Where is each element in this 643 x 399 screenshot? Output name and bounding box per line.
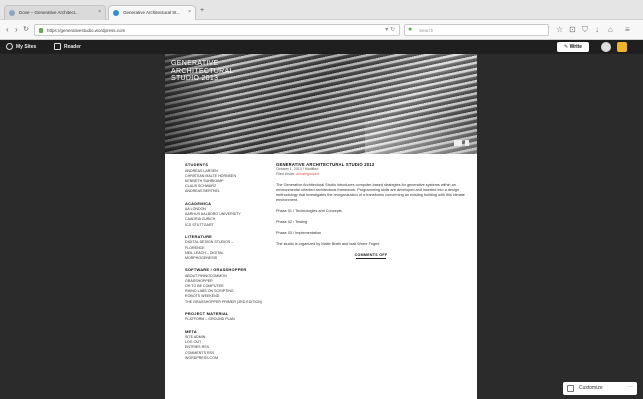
sidebar-link[interactable]: ICD Stuttgart (185, 223, 273, 228)
widget-software: SOFTWARE / GRASSHOPPER About Rhinocommon… (185, 267, 273, 305)
header-highlight (365, 114, 477, 154)
widget-heading: SOFTWARE / GRASSHOPPER (185, 267, 247, 273)
site-title[interactable]: GENERATIVE ARCHITECTURAL STUDIO 2013 (171, 60, 241, 83)
lock-icon (39, 28, 43, 33)
clipboard-icon[interactable]: ⊡ (569, 25, 576, 34)
customize-button[interactable]: Customize ··· (563, 382, 637, 395)
comments-divider (356, 258, 386, 259)
search-placeholder: Search (419, 28, 434, 33)
wordpress-admin-bar: My Sites Reader ✎ Write (0, 40, 643, 54)
widget-heading: PROJECT MATERIAL (185, 310, 229, 316)
home-icon[interactable]: ⌂ (608, 25, 613, 34)
site-title-line: STUDIO 2013 (171, 75, 219, 82)
address-bar[interactable]: https://generativestudio.wordpress.com ▾… (34, 24, 400, 36)
browser-tab-strip: Dove – Generative Architect... × Generat… (0, 0, 643, 20)
write-label: Write (569, 44, 582, 50)
forward-icon[interactable]: › (15, 25, 18, 35)
download-icon[interactable]: ↓ (595, 25, 599, 34)
share-icon[interactable] (465, 140, 469, 146)
post-filed-label: Filed Under (276, 172, 295, 176)
post-paragraph: The Generative Architectural Studio intr… (276, 183, 465, 202)
favicon-icon (113, 10, 119, 16)
new-tab-icon[interactable]: + (200, 7, 204, 14)
close-icon[interactable]: × (98, 9, 101, 15)
reader-icon (54, 43, 61, 50)
write-button[interactable]: ✎ Write (557, 42, 589, 52)
reader-button[interactable]: Reader (54, 43, 81, 50)
my-sites-button[interactable]: My Sites (6, 43, 36, 50)
sidebar: STUDENTS Andreas Larsen Christian Malte … (185, 162, 273, 367)
customize-label: Customize (579, 385, 603, 391)
widget-project-material: PROJECT MATERIAL Platform – Ground Plan (185, 311, 273, 323)
widget-heading: LITERATURE (185, 233, 213, 239)
search-input[interactable]: ● Search (404, 24, 549, 36)
post-paragraph: Phase 03 / Implementation (276, 231, 322, 235)
post-paragraph: Phase 02 / Testing (276, 220, 308, 224)
reader-and-reload-icons[interactable]: ▾ ↻ (385, 26, 395, 33)
url-text: https://generativestudio.wordpress.com (47, 28, 126, 33)
more-icon[interactable]: ··· (627, 384, 633, 390)
sidebar-link[interactable]: WordPress.com (185, 356, 273, 361)
close-icon[interactable]: × (188, 9, 191, 15)
browser-nav-bar: ‹ › ↻ https://generativestudio.wordpress… (0, 20, 643, 40)
post-meta: October 1, 2013 / Modified Filed Under U… (276, 167, 466, 177)
notifications-icon[interactable] (617, 42, 627, 52)
reload-icon[interactable]: ↻ (23, 25, 29, 35)
widget-students: STUDENTS Andreas Larsen Christian Malte … (185, 162, 273, 195)
reader-label: Reader (64, 43, 81, 50)
widget-literature: LITERATURE Digital Design Studios – Flor… (185, 234, 273, 261)
header-action-icons (451, 140, 469, 148)
post-category-link[interactable]: Uncategorized (296, 172, 319, 176)
tab-label: Dove – Generative Architect... (19, 10, 79, 15)
wordpress-icon (6, 43, 13, 50)
site-title-line: ARCHITECTURAL (171, 67, 234, 75)
post: GENERATIVE ARCHITECTURAL STUDIO 2013 Oct… (276, 162, 466, 259)
star-icon[interactable]: ☆ (556, 25, 563, 34)
browser-tab-1[interactable]: Dove – Generative Architect... × (4, 5, 106, 20)
sidebar-link[interactable]: The Grasshopper Primer (3rd Edition) (185, 300, 273, 305)
tab-label: Generative Architectural St... (123, 10, 181, 15)
search-engine-icon: ● (408, 26, 413, 33)
shield-icon[interactable]: ⛉ (582, 25, 588, 35)
post-paragraph: Phase 01 / Technologies and Concepts (276, 209, 342, 213)
widget-heading: ACADEMICA (185, 200, 212, 206)
widget-heading: STUDENTS (185, 162, 209, 167)
comments-off-label: COMMENTS OFF (354, 253, 388, 257)
favicon-icon (9, 10, 15, 16)
sidebar-link[interactable]: Platform – Ground Plan (185, 317, 273, 322)
header-image: GENERATIVE ARCHITECTURAL STUDIO 2013 (165, 54, 477, 154)
widget-heading: META (185, 328, 197, 334)
site-title-line: GENERATIVE (171, 60, 219, 67)
image-icon[interactable] (454, 140, 462, 146)
customize-icon (567, 385, 574, 392)
post-filed: Filed Under Uncategorized (276, 172, 466, 177)
widget-academica: ACADEMICA AA London Aarhus Aalborg Unive… (185, 201, 273, 228)
browser-tab-2[interactable]: Generative Architectural St... × (108, 5, 196, 20)
menu-icon[interactable]: ≡ (625, 25, 630, 34)
sidebar-link[interactable]: Andreas Berthel (185, 189, 273, 194)
blog-page: GENERATIVE ARCHITECTURAL STUDIO 2013 STU… (165, 54, 477, 399)
avatar[interactable] (601, 42, 611, 52)
post-paragraph: The studio is organized by Malte Brath a… (276, 242, 380, 246)
my-sites-label: My Sites (16, 43, 37, 50)
sidebar-link[interactable]: Morphogenesis (185, 256, 273, 261)
widget-meta: META Site Admin Log Out Entries RSS Comm… (185, 329, 273, 362)
back-icon[interactable]: ‹ (6, 25, 9, 35)
